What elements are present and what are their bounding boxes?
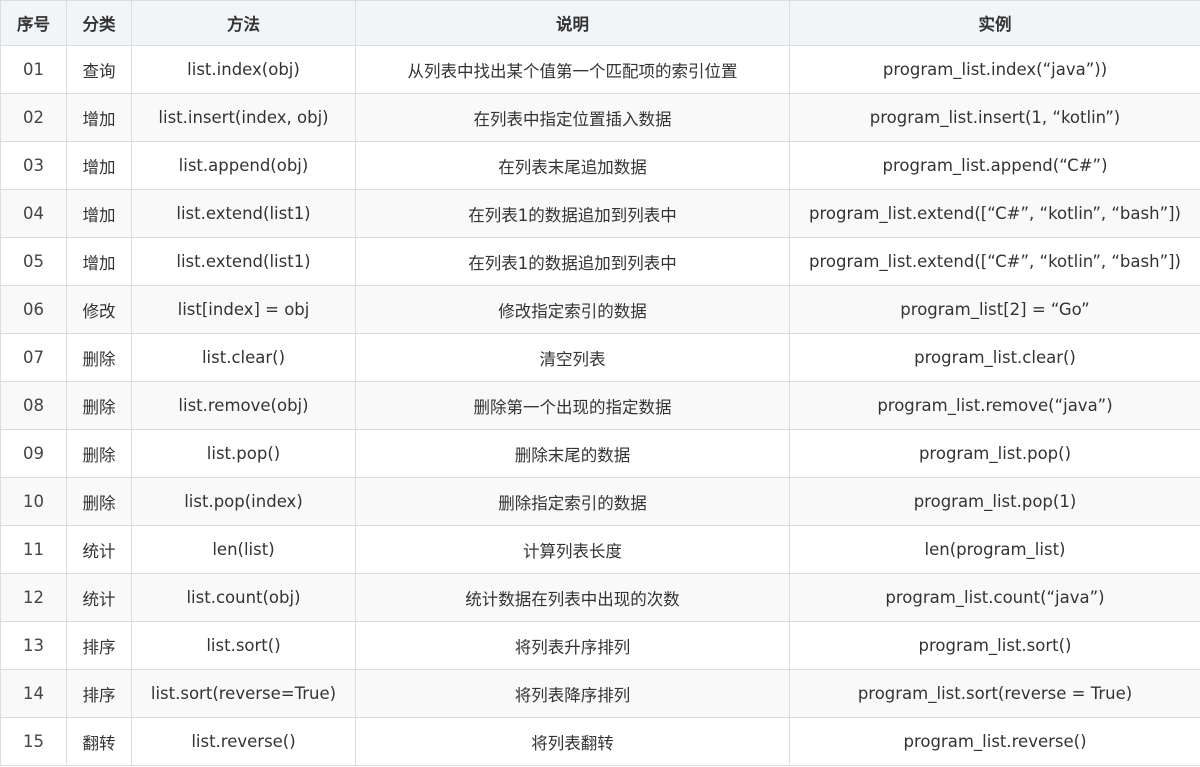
table-row: 05 增加 list.extend(list1) 在列表1的数据追加到列表中 progr…: [0, 237, 1200, 286]
cell-description: 清空列表: [355, 333, 790, 382]
table-row: 11 统计 len(list) 计算列表长度 len(program_list): [0, 525, 1200, 574]
table-row: 08 删除 list.remove(obj) 删除第一个出现的指定数据 program_…: [0, 381, 1200, 430]
cell-description: 在列表1的数据追加到列表中: [355, 237, 790, 286]
cell-category: 统计: [66, 525, 132, 574]
cell-category: 排序: [66, 669, 132, 718]
cell-method: list.clear(): [131, 333, 356, 382]
cell-no: 03: [0, 141, 67, 190]
cell-no: 09: [0, 429, 67, 478]
cell-method: len(list): [131, 525, 356, 574]
cell-example: program_list.sort(reverse = True): [789, 669, 1200, 718]
cell-example: program_list.clear(): [789, 333, 1200, 382]
cell-method: list.pop(index): [131, 477, 356, 526]
cell-description: 将列表翻转: [355, 717, 790, 766]
cell-category: 排序: [66, 621, 132, 670]
header-description: 说明: [355, 0, 790, 46]
cell-method: list.extend(list1): [131, 189, 356, 238]
header-method: 方法: [131, 0, 356, 46]
cell-no: 05: [0, 237, 67, 286]
cell-category: 删除: [66, 333, 132, 382]
cell-method: list.extend(list1): [131, 237, 356, 286]
cell-no: 07: [0, 333, 67, 382]
cell-method: list.count(obj): [131, 573, 356, 622]
cell-method: list.append(obj): [131, 141, 356, 190]
cell-example: program_list.extend([“C#”, “kotlin”, “ba…: [789, 237, 1200, 286]
cell-example: program_list.insert(1, “kotlin”): [789, 93, 1200, 142]
cell-method: list.reverse(): [131, 717, 356, 766]
table-row: 10 删除 list.pop(index) 删除指定索引的数据 program_list…: [0, 477, 1200, 526]
table-row: 01 查询 list.index(obj) 从列表中找出某个值第一个匹配项的索引位置 p…: [0, 45, 1200, 94]
table-row: 13 排序 list.sort() 将列表升序排列 program_list.sort(…: [0, 621, 1200, 670]
cell-category: 增加: [66, 141, 132, 190]
cell-example: program_list.index(“java”)): [789, 45, 1200, 94]
cell-description: 计算列表长度: [355, 525, 790, 574]
cell-example: program_list.extend([“C#”, “kotlin”, “ba…: [789, 189, 1200, 238]
cell-example: program_list.remove(“java”): [789, 381, 1200, 430]
cell-description: 在列表中指定位置插入数据: [355, 93, 790, 142]
cell-no: 04: [0, 189, 67, 238]
cell-category: 删除: [66, 381, 132, 430]
cell-no: 08: [0, 381, 67, 430]
cell-category: 翻转: [66, 717, 132, 766]
header-example: 实例: [789, 0, 1200, 46]
table-row: 09 删除 list.pop() 删除末尾的数据 program_list.pop(): [0, 429, 1200, 478]
table-row: 06 修改 list[index] = obj 修改指定索引的数据 program_li…: [0, 285, 1200, 334]
cell-category: 修改: [66, 285, 132, 334]
cell-description: 删除末尾的数据: [355, 429, 790, 478]
cell-description: 在列表末尾追加数据: [355, 141, 790, 190]
cell-description: 从列表中找出某个值第一个匹配项的索引位置: [355, 45, 790, 94]
cell-description: 修改指定索引的数据: [355, 285, 790, 334]
cell-method: list.sort(reverse=True): [131, 669, 356, 718]
cell-category: 删除: [66, 477, 132, 526]
cell-description: 在列表1的数据追加到列表中: [355, 189, 790, 238]
header-row: 序号 分类 方法 说明 实例: [0, 0, 1200, 46]
table-row: 03 增加 list.append(obj) 在列表末尾追加数据 program_lis…: [0, 141, 1200, 190]
cell-no: 01: [0, 45, 67, 94]
cell-example: program_list[2] = “Go”: [789, 285, 1200, 334]
cell-category: 增加: [66, 189, 132, 238]
table-row: 02 增加 list.insert(index, obj) 在列表中指定位置插入数据 p…: [0, 93, 1200, 142]
cell-no: 11: [0, 525, 67, 574]
cell-no: 14: [0, 669, 67, 718]
cell-no: 06: [0, 285, 67, 334]
list-methods-table: 序号 分类 方法 说明 实例 01 查询 list.index(obj) 从列表中找出…: [0, 0, 1200, 766]
cell-category: 增加: [66, 93, 132, 142]
cell-description: 删除指定索引的数据: [355, 477, 790, 526]
cell-method: list.sort(): [131, 621, 356, 670]
cell-method: list[index] = obj: [131, 285, 356, 334]
cell-category: 增加: [66, 237, 132, 286]
cell-description: 统计数据在列表中出现的次数: [355, 573, 790, 622]
cell-example: program_list.reverse(): [789, 717, 1200, 766]
cell-example: program_list.pop(): [789, 429, 1200, 478]
cell-example: len(program_list): [789, 525, 1200, 574]
cell-method: list.insert(index, obj): [131, 93, 356, 142]
cell-no: 02: [0, 93, 67, 142]
cell-example: program_list.count(“java”): [789, 573, 1200, 622]
cell-category: 删除: [66, 429, 132, 478]
cell-method: list.remove(obj): [131, 381, 356, 430]
header-no: 序号: [0, 0, 67, 46]
cell-no: 12: [0, 573, 67, 622]
cell-no: 10: [0, 477, 67, 526]
table-row: 15 翻转 list.reverse() 将列表翻转 program_list.reve…: [0, 717, 1200, 766]
cell-description: 删除第一个出现的指定数据: [355, 381, 790, 430]
cell-example: program_list.sort(): [789, 621, 1200, 670]
cell-method: list.pop(): [131, 429, 356, 478]
table-body: 01 查询 list.index(obj) 从列表中找出某个值第一个匹配项的索引位置 p…: [0, 45, 1200, 766]
cell-description: 将列表升序排列: [355, 621, 790, 670]
header-category: 分类: [66, 0, 132, 46]
table-row: 12 统计 list.count(obj) 统计数据在列表中出现的次数 program_…: [0, 573, 1200, 622]
cell-no: 13: [0, 621, 67, 670]
cell-example: program_list.pop(1): [789, 477, 1200, 526]
table-row: 04 增加 list.extend(list1) 在列表1的数据追加到列表中 progr…: [0, 189, 1200, 238]
cell-category: 查询: [66, 45, 132, 94]
cell-description: 将列表降序排列: [355, 669, 790, 718]
table-row: 14 排序 list.sort(reverse=True) 将列表降序排列 progra…: [0, 669, 1200, 718]
cell-no: 15: [0, 717, 67, 766]
cell-category: 统计: [66, 573, 132, 622]
cell-example: program_list.append(“C#”): [789, 141, 1200, 190]
cell-method: list.index(obj): [131, 45, 356, 94]
table-row: 07 删除 list.clear() 清空列表 program_list.clear(): [0, 333, 1200, 382]
